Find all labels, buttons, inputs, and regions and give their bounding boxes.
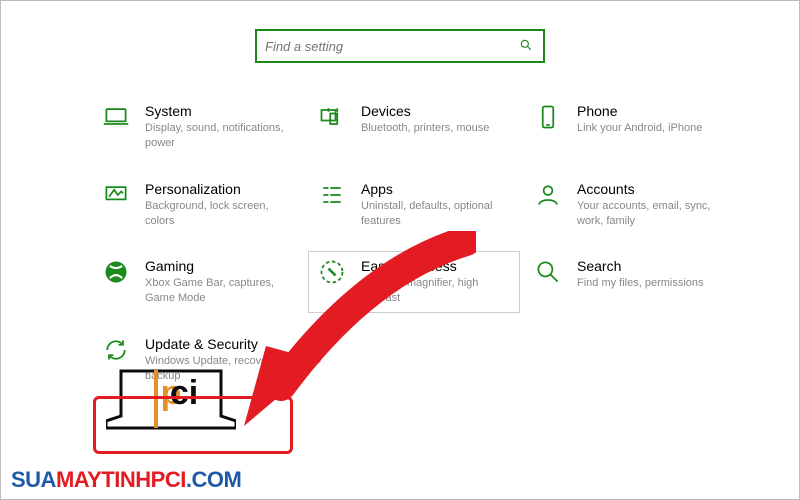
tile-apps[interactable]: Apps Uninstall, defaults, optional featur…	[317, 181, 513, 229]
tile-system[interactable]: System Display, sound, notifications, pow…	[101, 103, 297, 151]
tile-title: System	[145, 103, 295, 119]
tile-accounts[interactable]: Accounts Your accounts, email, sync, work…	[533, 181, 729, 229]
tile-sub: Bluetooth, printers, mouse	[361, 121, 489, 136]
tile-title: Apps	[361, 181, 511, 197]
tile-sub: Xbox Game Bar, captures, Game Mode	[145, 276, 295, 306]
xbox-icon	[101, 258, 131, 288]
tile-search[interactable]: Search Find my files, permissions	[533, 258, 729, 306]
tile-title: Devices	[361, 103, 489, 119]
tile-sub: Your accounts, email, sync, work, family	[577, 199, 727, 229]
watermark-text: SUAMAYTINHPCI.COM	[11, 467, 241, 493]
search-container	[1, 1, 799, 83]
ease-of-access-icon	[317, 258, 347, 288]
tile-title: Search	[577, 258, 704, 274]
tile-sub: Find my files, permissions	[577, 276, 704, 291]
tile-personalization[interactable]: Personalization Background, lock screen, …	[101, 181, 297, 229]
devices-icon	[317, 103, 347, 133]
tile-title: Ease of Access	[361, 258, 511, 274]
tile-ease-of-access[interactable]: Ease of Access Narrator, magnifier, high …	[308, 251, 520, 313]
annotation-highlight-box	[93, 396, 293, 454]
tile-title: Update & Security	[145, 336, 295, 352]
settings-grid: System Display, sound, notifications, pow…	[1, 83, 799, 384]
tile-devices[interactable]: Devices Bluetooth, printers, mouse	[317, 103, 513, 151]
apps-icon	[317, 181, 347, 211]
search-icon	[519, 38, 533, 55]
tile-title: Gaming	[145, 258, 295, 274]
search-input[interactable]	[265, 39, 519, 54]
tile-sub: Narrator, magnifier, high contrast	[361, 276, 511, 306]
tile-title: Phone	[577, 103, 702, 119]
person-icon	[533, 181, 563, 211]
laptop-icon	[101, 103, 131, 133]
tile-sub: Link your Android, iPhone	[577, 121, 702, 136]
tile-sub: Uninstall, defaults, optional features	[361, 199, 511, 229]
search-box[interactable]	[255, 29, 545, 63]
tile-gaming[interactable]: Gaming Xbox Game Bar, captures, Game Mode	[101, 258, 297, 306]
tile-title: Accounts	[577, 181, 727, 197]
tile-update-security[interactable]: Update & Security Windows Update, recover…	[101, 336, 297, 384]
tile-phone[interactable]: Phone Link your Android, iPhone	[533, 103, 729, 151]
tile-sub: Display, sound, notifications, power	[145, 121, 295, 151]
paintbrush-icon	[101, 181, 131, 211]
sync-icon	[101, 336, 131, 366]
magnifier-icon	[533, 258, 563, 288]
tile-sub: Background, lock screen, colors	[145, 199, 295, 229]
tile-sub: Windows Update, recovery, backup	[145, 354, 295, 384]
tile-title: Personalization	[145, 181, 295, 197]
phone-icon	[533, 103, 563, 133]
